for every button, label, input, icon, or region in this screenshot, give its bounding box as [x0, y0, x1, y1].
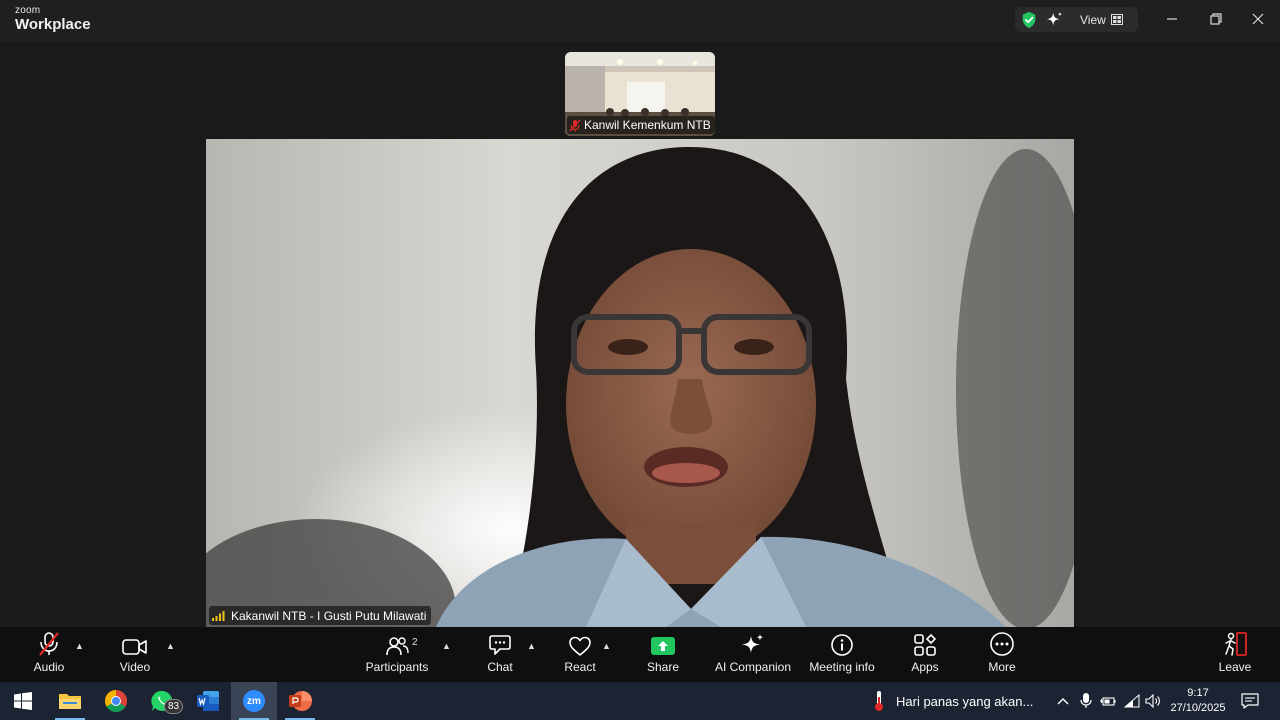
- tray-network[interactable]: [1122, 682, 1142, 720]
- video-stage: Kanwil Kemenkum NTB Kakanwil NTB - I Gus…: [0, 42, 1280, 627]
- windows-start-icon: [14, 692, 32, 710]
- speaker-icon: [1145, 694, 1160, 708]
- zoom-taskbar-label: zm: [247, 695, 261, 707]
- apps-label: Apps: [911, 660, 939, 674]
- tray-microphone[interactable]: [1076, 682, 1096, 720]
- top-right-controls: View: [1015, 7, 1138, 32]
- audio-label: Audio: [33, 660, 65, 674]
- close-button[interactable]: [1236, 0, 1280, 38]
- ai-companion-button[interactable]: AI Companion: [714, 627, 792, 682]
- share-label: Share: [646, 660, 680, 674]
- word-icon: [197, 691, 219, 711]
- meeting-toolbar: Audio ▲ Video ▲ 2 Participants ▲ Chat ▲ …: [0, 627, 1280, 682]
- mic-muted-icon: [39, 632, 59, 656]
- battery-icon: [1100, 697, 1116, 706]
- video-label: Video: [119, 660, 151, 674]
- start-button[interactable]: [0, 682, 46, 720]
- security-shield-icon[interactable]: [1020, 11, 1038, 29]
- minimize-button[interactable]: [1150, 0, 1194, 38]
- mic-muted-icon: [569, 119, 581, 131]
- react-options-caret[interactable]: ▲: [602, 641, 611, 651]
- leave-icon: [1225, 632, 1247, 656]
- notifications-button[interactable]: [1236, 682, 1264, 720]
- taskbar-chrome[interactable]: [93, 682, 139, 720]
- meeting-info-label: Meeting info: [809, 660, 875, 674]
- audio-button[interactable]: Audio: [24, 627, 74, 682]
- participants-options-caret[interactable]: ▲: [442, 641, 451, 651]
- taskbar-zoom[interactable]: zm: [231, 682, 277, 720]
- more-dots-icon: [990, 632, 1014, 656]
- active-speaker-video[interactable]: Kakanwil NTB - I Gusti Putu Milawati: [206, 139, 1074, 627]
- file-explorer-icon: [59, 694, 81, 709]
- thumbnail-participant-name: Kanwil Kemenkum NTB: [584, 118, 711, 132]
- whatsapp-unread-badge: 83: [164, 699, 184, 714]
- video-button[interactable]: Video: [110, 627, 160, 682]
- ai-companion-label: AI Companion: [714, 660, 792, 674]
- taskbar-clock[interactable]: 9:17 27/10/2025: [1168, 686, 1228, 716]
- thumbnail-name-label: Kanwil Kemenkum NTB: [567, 116, 715, 134]
- title-bar: zoom Workplace View: [0, 0, 1280, 42]
- weather-widget[interactable]: Hari panas yang akan...: [872, 682, 1033, 720]
- more-button[interactable]: More: [982, 627, 1022, 682]
- more-label: More: [988, 660, 1016, 674]
- chat-options-caret[interactable]: ▲: [527, 641, 536, 651]
- react-button[interactable]: React: [558, 627, 602, 682]
- share-button[interactable]: Share: [641, 627, 685, 682]
- microphone-icon: [1080, 693, 1092, 708]
- minimize-icon: [1167, 18, 1177, 20]
- taskbar-whatsapp[interactable]: 83: [139, 682, 185, 720]
- participants-count: 2: [412, 637, 418, 648]
- taskbar-file-explorer[interactable]: [47, 682, 93, 720]
- windows-taskbar: 83 zm Hari panas yang akan... 9:17 27/10…: [0, 682, 1280, 720]
- view-label: View: [1080, 12, 1106, 27]
- participants-icon: [386, 637, 409, 656]
- participants-label: Participants: [365, 660, 429, 674]
- speaker-name-label: Kakanwil NTB - I Gusti Putu Milawati: [209, 606, 432, 625]
- react-heart-icon: [569, 636, 591, 656]
- video-options-caret[interactable]: ▲: [166, 641, 175, 651]
- zoom-logo: zoom Workplace: [15, 5, 91, 33]
- tray-battery[interactable]: [1098, 682, 1118, 720]
- chat-label: Chat: [487, 660, 513, 674]
- restore-icon: [1210, 13, 1222, 25]
- clock-date: 27/10/2025: [1170, 702, 1226, 714]
- view-grid-icon: [1110, 14, 1123, 25]
- share-arrow-icon: [651, 637, 675, 655]
- info-icon: [831, 634, 853, 656]
- chat-icon: [489, 635, 511, 655]
- participants-button[interactable]: 2 Participants: [365, 627, 429, 682]
- chevron-up-icon: [1057, 698, 1069, 705]
- signal-strength-icon: [212, 611, 225, 621]
- view-button[interactable]: View: [1080, 13, 1123, 27]
- weather-text: Hari panas yang akan...: [896, 693, 1034, 709]
- taskbar-powerpoint[interactable]: [277, 682, 323, 720]
- restore-button[interactable]: [1194, 0, 1238, 38]
- leave-button[interactable]: Leave: [1215, 627, 1255, 682]
- chrome-icon: [105, 690, 127, 712]
- apps-icon: [914, 633, 937, 656]
- brand-small: zoom: [15, 5, 41, 16]
- thermometer-icon: [875, 691, 883, 711]
- video-camera-icon: [122, 639, 147, 655]
- chat-button[interactable]: Chat: [480, 627, 520, 682]
- speaker-name: Kakanwil NTB - I Gusti Putu Milawati: [231, 608, 427, 623]
- react-label: React: [564, 660, 596, 674]
- meeting-info-button[interactable]: Meeting info: [806, 627, 878, 682]
- taskbar-word[interactable]: [185, 682, 231, 720]
- ai-sparkle-icon[interactable]: [1046, 11, 1064, 29]
- tray-volume[interactable]: [1144, 682, 1164, 720]
- powerpoint-icon: [289, 691, 312, 711]
- notifications-icon: [1241, 693, 1259, 709]
- brand-large: Workplace: [15, 16, 91, 33]
- show-hidden-icons-button[interactable]: [1054, 682, 1072, 720]
- speaker-video-image: [206, 139, 1074, 627]
- audio-options-caret[interactable]: ▲: [75, 641, 84, 651]
- participant-thumbnail[interactable]: Kanwil Kemenkum NTB: [565, 52, 715, 136]
- apps-button[interactable]: Apps: [905, 627, 945, 682]
- clock-time: 9:17: [1187, 687, 1209, 699]
- ai-companion-icon: [742, 634, 764, 653]
- leave-label: Leave: [1218, 660, 1252, 674]
- wifi-icon: [1124, 694, 1140, 708]
- close-icon: [1252, 13, 1264, 25]
